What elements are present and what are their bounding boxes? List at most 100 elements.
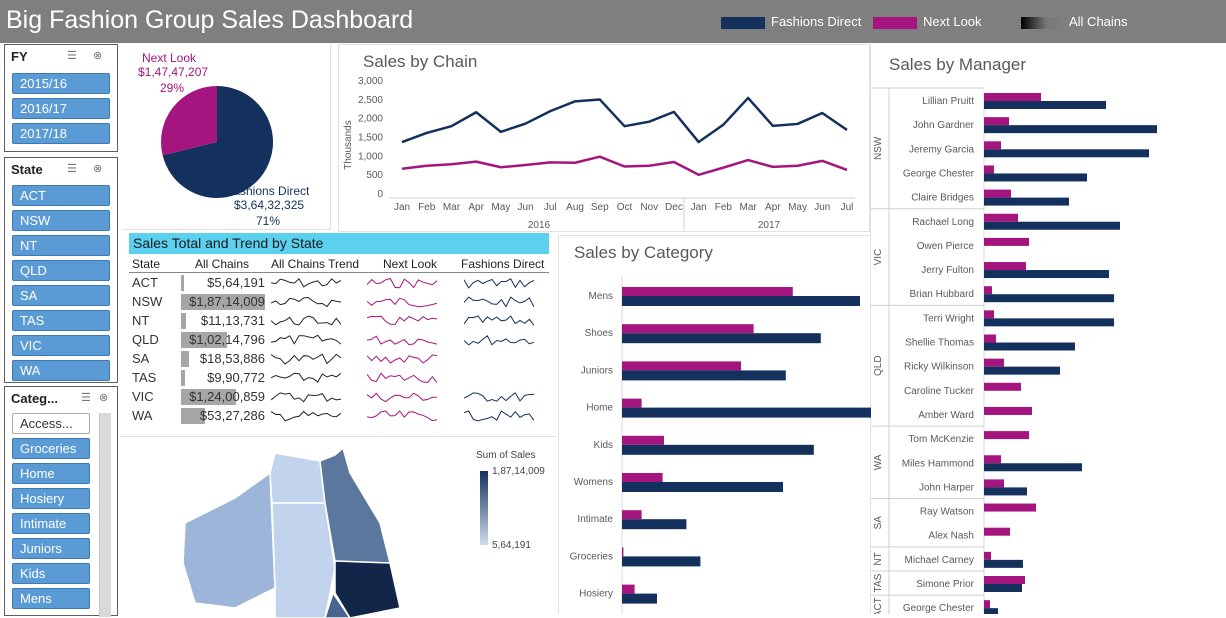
slicer-title: Categ... bbox=[11, 391, 58, 406]
bar-next-look bbox=[984, 117, 1009, 126]
sparkline bbox=[463, 392, 535, 402]
group-label: WA bbox=[873, 454, 884, 470]
x-tick-label: Jul bbox=[841, 202, 854, 213]
table-row: SA $18,53,886 bbox=[129, 350, 549, 369]
category-chart: Mens Shoes Juniors Home Kids Womens Intimate Gr… bbox=[570, 276, 871, 615]
y-tick-label: 1,500 bbox=[358, 133, 383, 144]
clear-filter-icon[interactable]: ⊗ bbox=[93, 49, 102, 62]
state-item[interactable]: ACT bbox=[12, 185, 110, 206]
cell-state: VIC bbox=[132, 389, 154, 404]
sparkline bbox=[366, 315, 438, 325]
bar-next-look bbox=[622, 324, 754, 334]
y-tick-label: 1,000 bbox=[358, 151, 383, 162]
bar-fashions-direct bbox=[984, 197, 1069, 206]
y-tick-label: 2,500 bbox=[358, 95, 383, 106]
bar-next-look bbox=[622, 473, 663, 482]
bar-next-look bbox=[622, 398, 642, 408]
sparkline bbox=[366, 335, 438, 346]
manager-label: Jeremy Garcia bbox=[909, 144, 974, 155]
manager-label: Owen Pierce bbox=[917, 241, 975, 252]
bar-fashions-direct bbox=[622, 593, 657, 604]
state-item[interactable]: QLD bbox=[12, 260, 110, 281]
state-item[interactable]: TAS bbox=[12, 310, 110, 331]
category-item[interactable]: Access... bbox=[12, 413, 90, 434]
state-item[interactable]: NT bbox=[12, 235, 110, 256]
category-item[interactable]: Kids bbox=[12, 563, 90, 584]
sparkline bbox=[270, 315, 342, 326]
cell-state: NT bbox=[132, 313, 150, 328]
state-item[interactable]: NSW bbox=[12, 210, 110, 231]
group-label: NSW bbox=[873, 136, 884, 160]
bar-next-look bbox=[984, 600, 990, 609]
clear-filter-icon[interactable]: ⊗ bbox=[93, 162, 102, 175]
table-title: Sales Total and Trend by State bbox=[129, 233, 549, 254]
manager-label: John Gardner bbox=[913, 120, 975, 131]
sparkline bbox=[366, 354, 438, 364]
multiselect-icon[interactable]: ☰ bbox=[67, 49, 77, 62]
group-label: QLD bbox=[873, 355, 884, 376]
col-header-next-look: Next Look bbox=[383, 257, 438, 271]
category-slicer: Categ... ☰ ⊗ Access... Groceries Home Ho… bbox=[4, 386, 118, 617]
manager-label: Miles Hammond bbox=[902, 458, 974, 469]
category-item[interactable]: Groceries bbox=[12, 438, 90, 459]
legend-swatch bbox=[873, 16, 917, 29]
bar-fashions-direct bbox=[622, 444, 814, 455]
sparkline bbox=[270, 410, 342, 422]
map-region-sa bbox=[271, 502, 336, 618]
x-tick-label: Jun bbox=[814, 202, 830, 213]
category-item[interactable]: Home bbox=[12, 463, 90, 484]
state-item[interactable]: SA bbox=[12, 285, 110, 306]
x-tick-label: Jan bbox=[691, 202, 707, 213]
bar-fashions-direct bbox=[984, 125, 1157, 134]
pie-label-next-look: Next Look bbox=[142, 51, 197, 65]
bar-fashions-direct bbox=[984, 149, 1149, 158]
state-item[interactable]: WA bbox=[12, 360, 110, 381]
fy-item[interactable]: 2016/17 bbox=[12, 98, 110, 119]
x-tick-label: Feb bbox=[715, 202, 733, 213]
manager-label: Caroline Tucker bbox=[904, 386, 975, 397]
fy-item[interactable]: 2015/16 bbox=[12, 73, 110, 94]
category-label: Mens bbox=[589, 291, 613, 302]
manager-label: Tom McKenzie bbox=[908, 434, 974, 445]
fy-slicer: FY ☰ ⊗ 2015/16 2016/17 2017/18 bbox=[4, 44, 118, 152]
clear-filter-icon[interactable]: ⊗ bbox=[99, 391, 108, 404]
slicer-scrollbar[interactable] bbox=[99, 413, 111, 617]
bar-fashions-direct bbox=[984, 366, 1060, 375]
sparkline bbox=[463, 335, 535, 346]
col-header-state: State bbox=[132, 257, 161, 271]
bar-next-look bbox=[984, 141, 1001, 150]
x-tick-label: Feb bbox=[418, 202, 436, 213]
bar-fashions-direct bbox=[984, 608, 998, 614]
legend-fashions-direct: Fashions Direct bbox=[721, 14, 861, 34]
category-label: Hosiery bbox=[579, 589, 613, 600]
sparkline bbox=[463, 278, 535, 289]
category-label: Home bbox=[586, 403, 613, 414]
group-label: NT bbox=[873, 552, 884, 565]
sparkline bbox=[366, 277, 438, 289]
bar-fashions-direct bbox=[984, 270, 1109, 279]
category-item[interactable]: Intimate bbox=[12, 513, 90, 534]
category-item[interactable]: Juniors bbox=[12, 538, 90, 559]
multiselect-icon[interactable]: ☰ bbox=[67, 162, 77, 175]
x-tick-label: Aug bbox=[566, 202, 584, 213]
category-item[interactable]: Mens bbox=[12, 588, 90, 609]
category-item[interactable]: Hosiery bbox=[12, 488, 90, 509]
state-table: Sales Total and Trend by State State All… bbox=[129, 233, 549, 433]
x-tick-label: Nov bbox=[640, 202, 658, 213]
multiselect-icon[interactable]: ☰ bbox=[81, 391, 91, 404]
bar-next-look bbox=[622, 287, 793, 296]
x-tick-label: May bbox=[788, 202, 807, 213]
slicer-title: FY bbox=[11, 49, 28, 64]
bar-next-look bbox=[984, 358, 1004, 367]
australia-map bbox=[182, 446, 401, 618]
state-item[interactable]: VIC bbox=[12, 335, 110, 356]
series-line-fashions-direct bbox=[401, 96, 848, 144]
bar-next-look bbox=[984, 165, 994, 174]
fy-item[interactable]: 2017/18 bbox=[12, 123, 110, 144]
cell-total: $1,24,00,859 bbox=[189, 389, 265, 404]
bar-fashions-direct bbox=[622, 519, 687, 530]
bar-next-look bbox=[622, 435, 664, 445]
cell-total: $9,90,772 bbox=[207, 370, 265, 385]
bar-next-look bbox=[984, 262, 1026, 271]
bar-next-look bbox=[622, 584, 635, 594]
